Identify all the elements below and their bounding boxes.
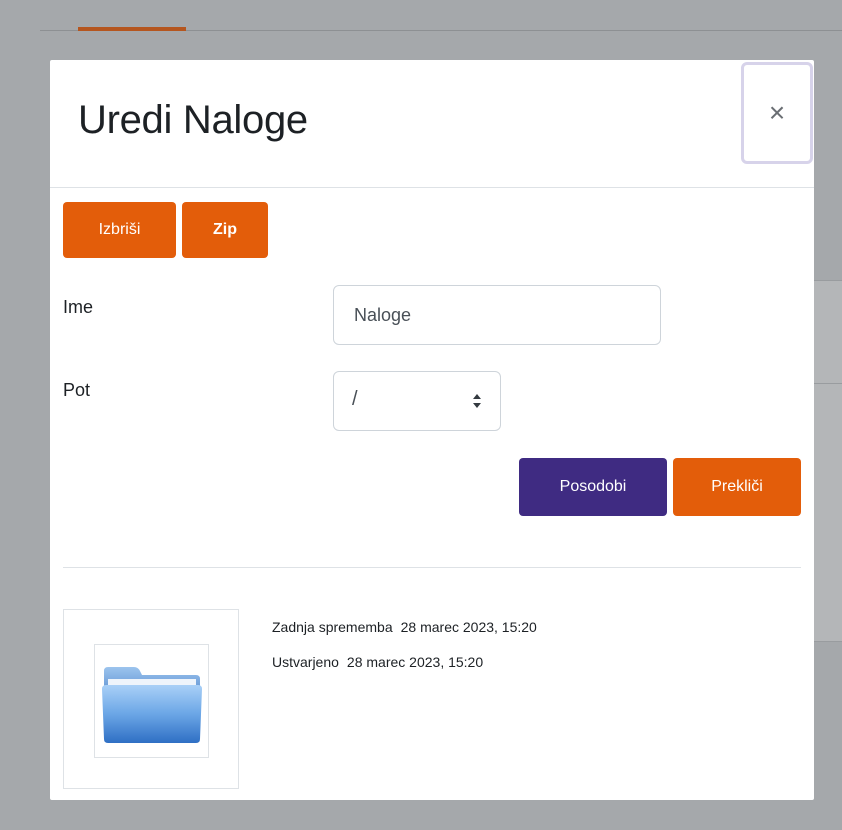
path-label: Pot — [63, 380, 91, 400]
delete-button[interactable]: Izbriši — [63, 202, 176, 258]
created-info: Ustvarjeno 28 marec 2023, 15:20 — [272, 654, 483, 670]
background-panel — [814, 280, 842, 642]
close-icon: × — [768, 97, 786, 128]
path-select-value: / — [352, 388, 358, 410]
background-active-tab-indicator — [78, 27, 186, 31]
preview-image-frame — [94, 644, 209, 758]
dialog-header: Uredi Naloge × — [50, 60, 814, 188]
close-button[interactable]: × — [741, 62, 813, 164]
background-panel-divider — [814, 383, 842, 384]
modified-label: Zadnja sprememba — [272, 619, 393, 635]
edit-folder-dialog: Uredi Naloge × Izbriši Zip Ime Pot / Pos… — [50, 60, 814, 800]
name-input[interactable] — [333, 285, 661, 345]
created-value: 28 marec 2023, 15:20 — [346, 654, 484, 670]
dialog-title: Uredi Naloge — [78, 98, 308, 142]
modified-value: 28 marec 2023, 15:20 — [400, 619, 537, 635]
path-select[interactable]: / — [333, 371, 501, 431]
modified-info: Zadnja sprememba 28 marec 2023, 15:20 — [272, 619, 537, 635]
preview-thumbnail — [63, 609, 239, 789]
cancel-button[interactable]: Prekliči — [673, 458, 801, 516]
folder-icon — [102, 667, 202, 743]
created-label: Ustvarjeno — [272, 654, 339, 670]
update-button[interactable]: Posodobi — [519, 458, 667, 516]
section-divider — [63, 567, 801, 568]
select-arrows-icon — [473, 394, 481, 408]
name-label: Ime — [63, 297, 94, 317]
zip-button[interactable]: Zip — [182, 202, 268, 258]
